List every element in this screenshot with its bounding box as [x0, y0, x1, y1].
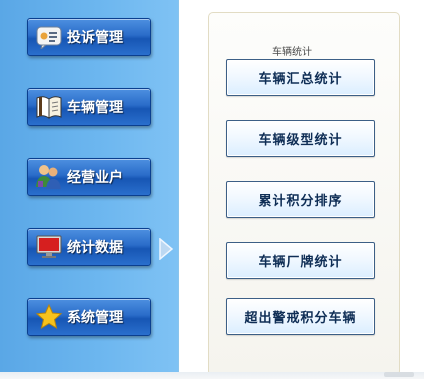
nav-label: 经营业户	[67, 170, 123, 186]
active-indicator-arrow-icon	[158, 237, 174, 261]
open-book-icon	[35, 93, 63, 121]
star-icon	[35, 303, 63, 331]
scrollbar-thumb[interactable]	[384, 372, 414, 377]
nav-button-complaint-management[interactable]: 投诉管理	[27, 18, 151, 56]
vehicle-brand-stats-button[interactable]: 车辆厂牌统计	[226, 242, 375, 279]
nav-label: 投诉管理	[67, 30, 123, 46]
cumulative-points-ranking-button[interactable]: 累计积分排序	[226, 181, 375, 218]
vehicle-summary-stats-button[interactable]: 车辆汇总统计	[226, 59, 375, 96]
nav-label: 车辆管理	[67, 100, 123, 116]
over-warning-points-vehicles-button[interactable]: 超出警戒积分车辆	[226, 298, 375, 335]
nav-button-vehicle-management[interactable]: 车辆管理	[27, 88, 151, 126]
complaint-chat-icon	[35, 23, 63, 51]
monitor-icon	[35, 233, 63, 261]
nav-button-statistics[interactable]: 统计数据	[27, 228, 151, 266]
nav-button-system-management[interactable]: 系统管理	[27, 298, 151, 336]
nav-button-business-operators[interactable]: 经营业户	[27, 158, 151, 196]
bottom-edge	[0, 372, 424, 379]
vehicle-class-stats-button[interactable]: 车辆级型统计	[226, 120, 375, 157]
users-group-icon	[35, 163, 63, 191]
panel-title: 车辆统计	[272, 47, 312, 58]
nav-label: 统计数据	[67, 240, 123, 256]
nav-label: 系统管理	[67, 310, 123, 326]
